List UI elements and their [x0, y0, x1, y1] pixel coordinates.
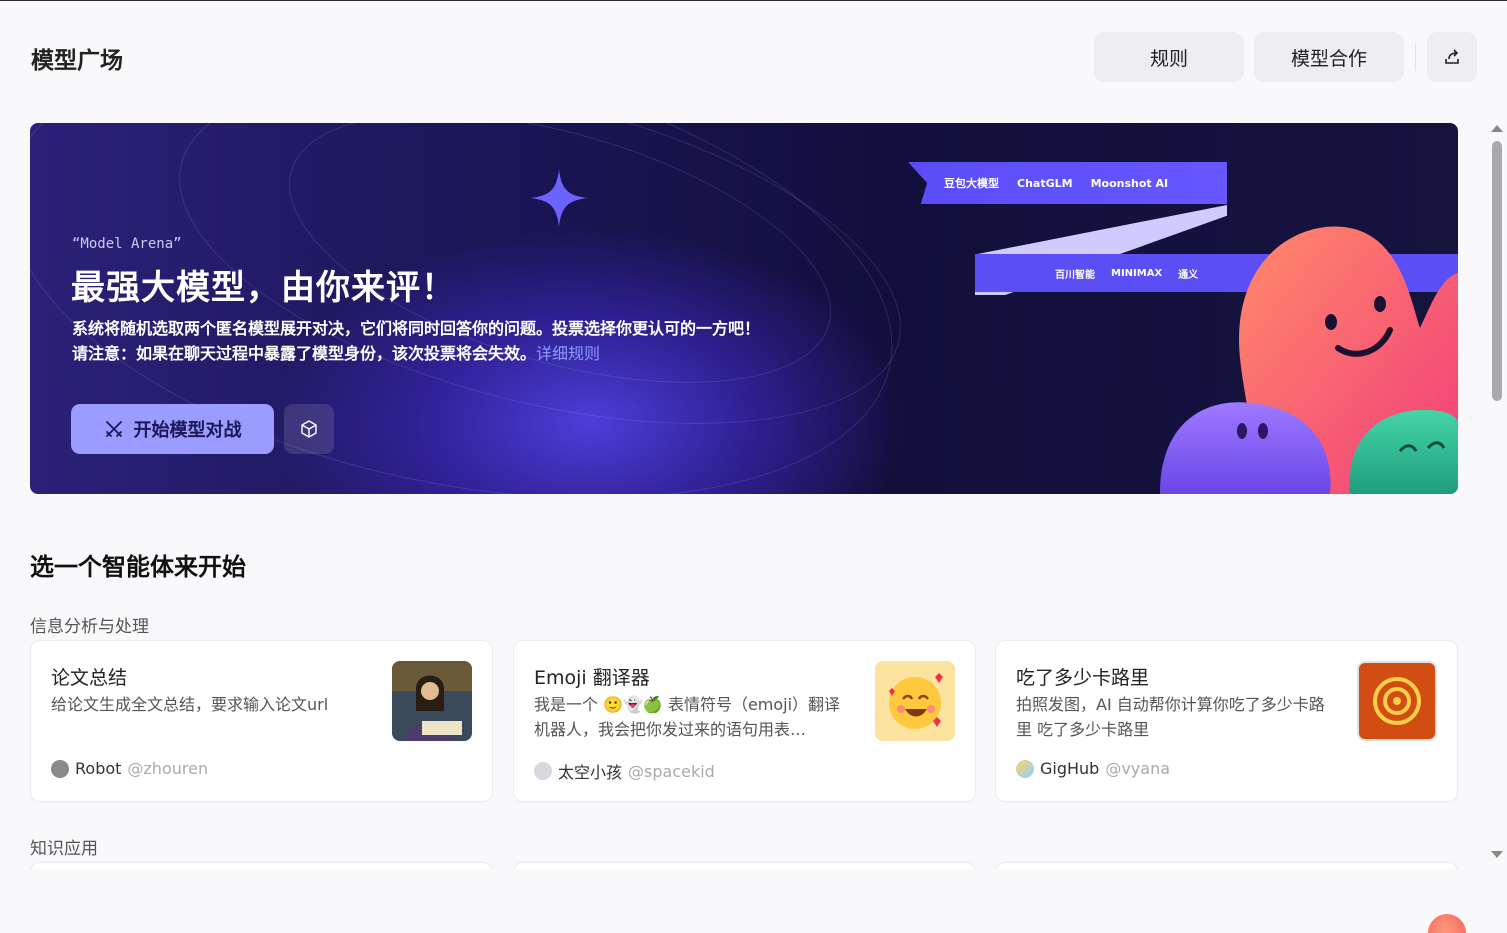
header: 模型广场 规则 模型合作: [0, 1, 1490, 111]
moonshot-logo: Moonshot AI: [1090, 176, 1169, 190]
author-name: Robot: [75, 759, 122, 778]
banner-title: 最强大模型，由你来评！: [71, 268, 456, 308]
card-title: Emoji 翻译器: [534, 667, 650, 689]
swords-icon: [105, 421, 122, 437]
category-label: 信息分析与处理: [30, 617, 149, 637]
avatar: [51, 759, 69, 778]
page-title: 模型广场: [31, 48, 123, 74]
cube-icon: [301, 420, 317, 438]
start-arena-label: 开始模型对战: [133, 420, 242, 441]
model-arena-banner: 豆包大模型 ChatGLM Moonshot AI 百川智能 MINIMAX 通…: [30, 123, 1458, 494]
model-coop-button[interactable]: 模型合作: [1254, 32, 1404, 82]
banner-desc-line1: 系统将随机选取两个匿名模型展开对决，它们将同时回答你的问题。投票选择你更认可的一…: [72, 319, 761, 338]
author-name: 太空小孩: [558, 763, 623, 782]
author-handle: @vyana: [1105, 759, 1171, 778]
card-thumbnail: [875, 661, 955, 741]
detail-rules-link[interactable]: 详细规则: [536, 344, 600, 363]
card-description: 拍照发图，AI 自动帮你计算你吃了多少卡路里 吃了多少卡路里: [1016, 695, 1325, 739]
agent-card[interactable]: 论文总结 给论文生成全文总结，要求输入论文url Robot @zhouren: [30, 640, 493, 802]
banner-description: 系统将随机选取两个匿名模型展开对决，它们将同时回答你的问题。投票选择你更认可的一…: [72, 316, 760, 366]
mascot-illustration: [1160, 226, 1458, 494]
scrollbar-thumb[interactable]: [1492, 141, 1502, 401]
share-icon: [1445, 49, 1459, 64]
avatar: [1016, 759, 1034, 778]
banner-desc-line2: 请注意：如果在聊天过程中暴露了模型身份，该次投票将会失效。详细规则: [72, 341, 760, 366]
chatglm-logo: ChatGLM: [1017, 176, 1073, 190]
card-thumbnail: [392, 661, 472, 741]
section-title: 选一个智能体来开始: [30, 553, 246, 581]
card-author: GigHub @vyana: [1016, 759, 1170, 778]
author-name: GigHub: [1040, 759, 1100, 778]
page: 模型广场 规则 模型合作 豆包大模型 ChatGLM Moonshot AI 百…: [0, 0, 1507, 933]
agent-card[interactable]: 吃了多少卡路里 拍照发图，AI 自动帮你计算你吃了多少卡路里 吃了多少卡路里 G…: [995, 640, 1458, 802]
rules-button[interactable]: 规则: [1094, 32, 1244, 82]
start-arena-button[interactable]: 开始模型对战: [71, 404, 274, 454]
card-title: 吃了多少卡路里: [1016, 667, 1150, 689]
doubao-logo: 豆包大模型: [944, 177, 999, 190]
author-handle: @spacekid: [628, 761, 715, 781]
category-label: 知识应用: [30, 839, 98, 859]
share-button[interactable]: [1427, 32, 1477, 82]
card-description: 给论文生成全文总结，要求输入论文url: [51, 695, 329, 714]
scroll-up-arrow-icon[interactable]: [1491, 125, 1503, 132]
author-handle: @zhouren: [127, 759, 209, 778]
avatar: [534, 762, 552, 780]
card-thumbnail: [1357, 661, 1437, 741]
header-divider: [1415, 43, 1416, 71]
card-author: Robot @zhouren: [51, 759, 208, 778]
sparkle-icon: [530, 169, 588, 227]
agent-card[interactable]: Emoji 翻译器 我是一个 🙂👻🍏 表情符号（emoji）翻译机器人，我会把你…: [513, 640, 976, 802]
model-logos-top: 豆包大模型 ChatGLM Moonshot AI: [908, 162, 1227, 204]
card-description: 我是一个 🙂👻🍏 表情符号（emoji）翻译机器人，我会把你发过来的语句用表…: [534, 695, 841, 739]
banner-eyebrow: “Model Arena”: [72, 236, 182, 252]
card-title: 论文总结: [51, 667, 128, 689]
baichuan-logo: 百川智能: [1055, 269, 1095, 281]
scroll-down-arrow-icon[interactable]: [1491, 851, 1503, 858]
card-author: 太空小孩 @spacekid: [534, 759, 715, 783]
banner-desc-warning: 请注意：如果在聊天过程中暴露了模型身份，该次投票将会失效。: [72, 344, 537, 363]
bottom-fade: [0, 869, 1490, 933]
cube-button[interactable]: [284, 404, 334, 454]
